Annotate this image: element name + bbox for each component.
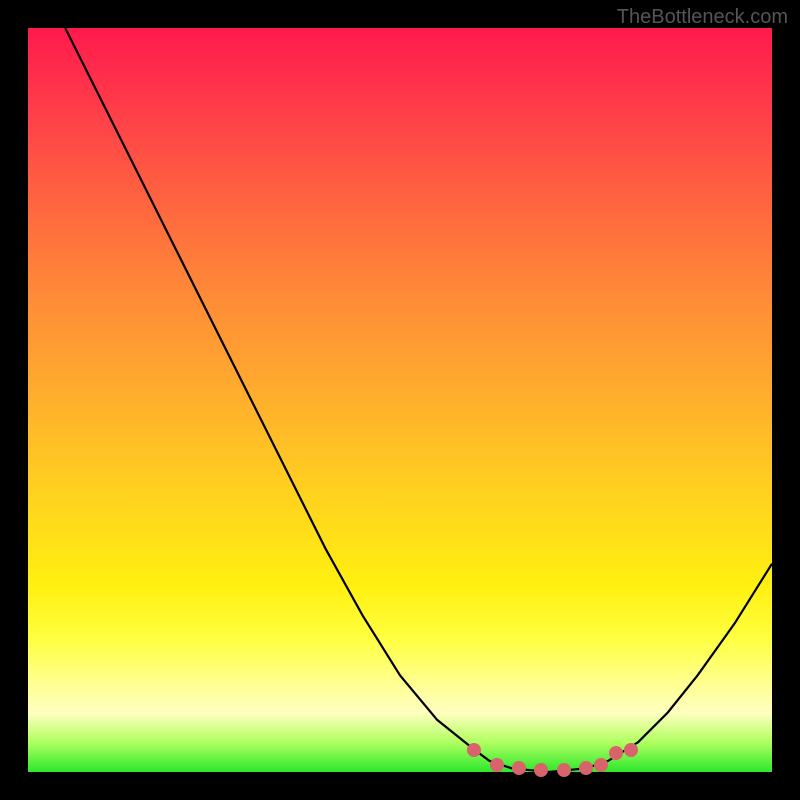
marker-group [28,28,772,772]
trough-marker [609,746,623,760]
trough-marker [490,758,504,772]
watermark-text: TheBottleneck.com [617,6,788,29]
trough-marker [579,761,593,775]
chart-plot-area [28,28,772,772]
trough-marker [467,743,481,757]
trough-marker [594,758,608,772]
trough-marker [534,763,548,777]
trough-marker [512,761,526,775]
trough-marker [557,763,571,777]
trough-marker [624,743,638,757]
